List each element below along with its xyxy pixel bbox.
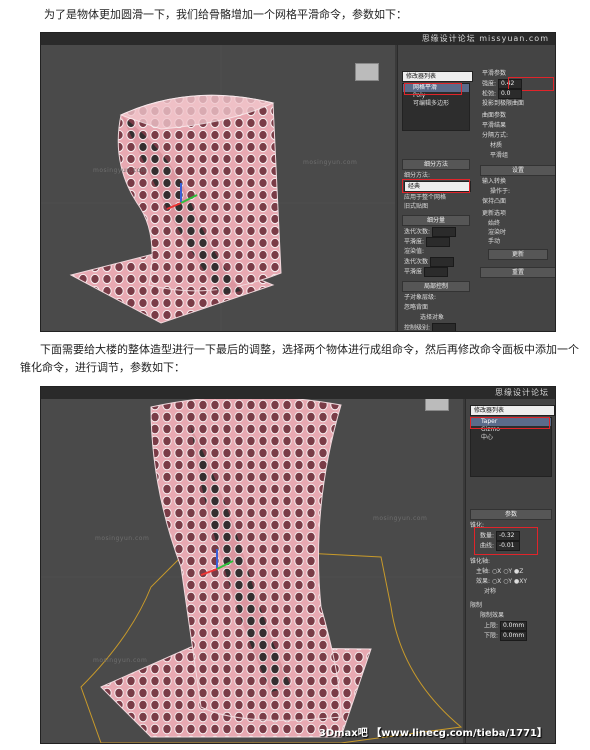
surface-params-header: 曲面参数 <box>482 112 507 119</box>
keep-convex-checkbox[interactable]: 保持凸面 <box>482 197 506 206</box>
viewport-watermark: mosingyun.com <box>93 167 148 174</box>
smooth-params-header: 平滑参数 <box>482 70 507 77</box>
rollout-settings[interactable]: 设置 <box>480 165 555 176</box>
highlight-box <box>402 179 470 193</box>
relax-row: 松弛: 0.0 <box>482 89 522 99</box>
viewport-watermark-2: mosingyun.com <box>373 515 428 522</box>
smoothness-row: 平滑度: <box>404 237 450 247</box>
render-smoothness-field[interactable] <box>423 267 448 277</box>
panel-left-column: 修改器列表 网格平滑 Poly 可编辑多边形 细分方法 细分方法: 经典 应用于… <box>400 45 474 331</box>
apply-whole-mesh-checkbox[interactable]: 应用于整个网格 <box>404 193 446 202</box>
stack-item[interactable]: 中心 <box>471 434 551 442</box>
rollout-reset[interactable]: 重置 <box>480 267 555 278</box>
footer-caption: 3Dmax吧 【www.linecg.com/tieba/1771】 <box>318 728 547 739</box>
primary-axis-row: 主轴: ○X ○Y ●Z <box>476 568 524 575</box>
limits-group-label: 限制 <box>470 602 483 609</box>
rollout-subdivision-amount[interactable]: 细分量 <box>402 215 470 226</box>
control-level-field[interactable] <box>431 323 456 331</box>
operate-on-label: 操作于: <box>490 188 511 195</box>
highlight-box <box>474 527 538 555</box>
viewport-scene <box>41 387 463 743</box>
smooth-result-checkbox[interactable]: 平滑结果 <box>482 121 506 130</box>
separate-by-label: 分隔方式: <box>482 132 509 139</box>
viewport-watermark-3: mosingyun.com <box>93 657 148 664</box>
update-always-radio[interactable]: 始终 <box>488 219 500 228</box>
project-limit-checkbox[interactable]: 投影到极限曲面 <box>482 99 524 108</box>
taper-axis-label: 锥化轴: <box>470 558 491 565</box>
viewcube-icon[interactable] <box>355 63 379 81</box>
command-panel: 修改器列表 网格平滑 Poly 可编辑多边形 细分方法 细分方法: 经典 应用于… <box>397 45 555 331</box>
iterations-field[interactable] <box>431 227 456 237</box>
brand-label: 思缘设计论坛 missyuan.com <box>421 34 549 43</box>
render-values-label: 渲染值: <box>404 248 425 255</box>
title-bar: 思缘设计论坛 <box>41 387 555 399</box>
control-level-row: 控制级别: <box>404 323 456 331</box>
highlight-box <box>404 83 462 95</box>
brand-label: 思缘设计论坛 <box>495 388 549 397</box>
viewport-scene <box>41 33 395 331</box>
rollout-subdivision-method[interactable]: 细分方法 <box>402 159 470 170</box>
effect-axis-row: 效果: ○X ○Y ●XY <box>476 578 528 585</box>
subobject-level-label: 子对象层级: <box>404 294 437 301</box>
title-bar: 思缘设计论坛 missyuan.com <box>41 33 555 45</box>
lower-limit-field[interactable]: 0.0mm <box>499 631 528 641</box>
lower-limit-row: 下限: 0.0mm <box>484 631 528 641</box>
render-iterations-row: 迭代次数 <box>404 257 454 267</box>
old-style-mapping-checkbox[interactable]: 旧式贴图 <box>404 202 428 211</box>
viewport-watermark-2: mosingyun.com <box>303 159 358 166</box>
upper-limit-row: 上限: 0.0mm <box>484 621 528 631</box>
update-manual-radio[interactable]: 手动 <box>488 237 500 246</box>
update-render-radio[interactable]: 渲染时 <box>488 228 506 237</box>
smoothness-field[interactable] <box>425 237 450 247</box>
screenshot-meshsmooth: mosingyun.com mosingyun.com 思缘设计论坛 missy… <box>40 32 556 332</box>
body-paragraph: 下面需要给大楼的整体造型进行一下最后的调整，选择两个物体进行成组命令，然后再修改… <box>20 343 579 374</box>
upper-limit-field[interactable]: 0.0mm <box>499 621 528 631</box>
object-selection-label: 选择对象 <box>420 314 445 321</box>
by-smoothing-group-checkbox[interactable]: 平滑组 <box>490 151 508 160</box>
by-material-checkbox[interactable]: 材质 <box>490 141 502 150</box>
relax-field[interactable]: 0.0 <box>497 89 522 99</box>
viewport[interactable]: mosingyun.com mosingyun.com <box>41 33 395 331</box>
stack-item[interactable]: 可编辑多边形 <box>403 100 469 108</box>
screenshot-taper: mosingyun.com mosingyun.com mosingyun.co… <box>40 386 556 744</box>
limit-effect-checkbox[interactable]: 限制效果 <box>480 611 504 620</box>
update-options-label: 更新选项 <box>482 210 507 217</box>
panel-right-column: 平滑参数 强度: 0.42 松弛: 0.0 投影到极限曲面 曲面参数 平滑结果 … <box>478 45 555 331</box>
render-iterations-field[interactable] <box>429 257 454 267</box>
update-button[interactable]: 更新 <box>488 249 548 260</box>
viewport-watermark: mosingyun.com <box>95 535 150 542</box>
modifier-list-dropdown[interactable]: 修改器列表 <box>402 71 473 82</box>
render-smoothness-row: 平滑度 <box>404 267 448 277</box>
highlight-box <box>470 417 550 429</box>
modifier-list-dropdown[interactable]: 修改器列表 <box>470 405 555 416</box>
ignore-backfacing-checkbox[interactable]: 忽略背面 <box>404 303 428 312</box>
intro-paragraph: 为了是物体更加圆滑一下，我们给骨骼增加一个网格平滑命令，参数如下： <box>44 8 407 21</box>
iterations-row: 迭代次数: <box>404 227 456 237</box>
input-conversion-label: 输入转换 <box>482 178 507 185</box>
rollout-parameters[interactable]: 参数 <box>470 509 552 520</box>
rollout-local-control[interactable]: 局部控制 <box>402 281 470 292</box>
viewport[interactable]: mosingyun.com mosingyun.com mosingyun.co… <box>41 387 463 743</box>
command-panel: 修改器列表 Taper Gizmo 中心 参数 锥化: 数量: -0.32 曲线… <box>465 399 555 743</box>
symmetry-checkbox[interactable]: 对称 <box>484 587 496 596</box>
